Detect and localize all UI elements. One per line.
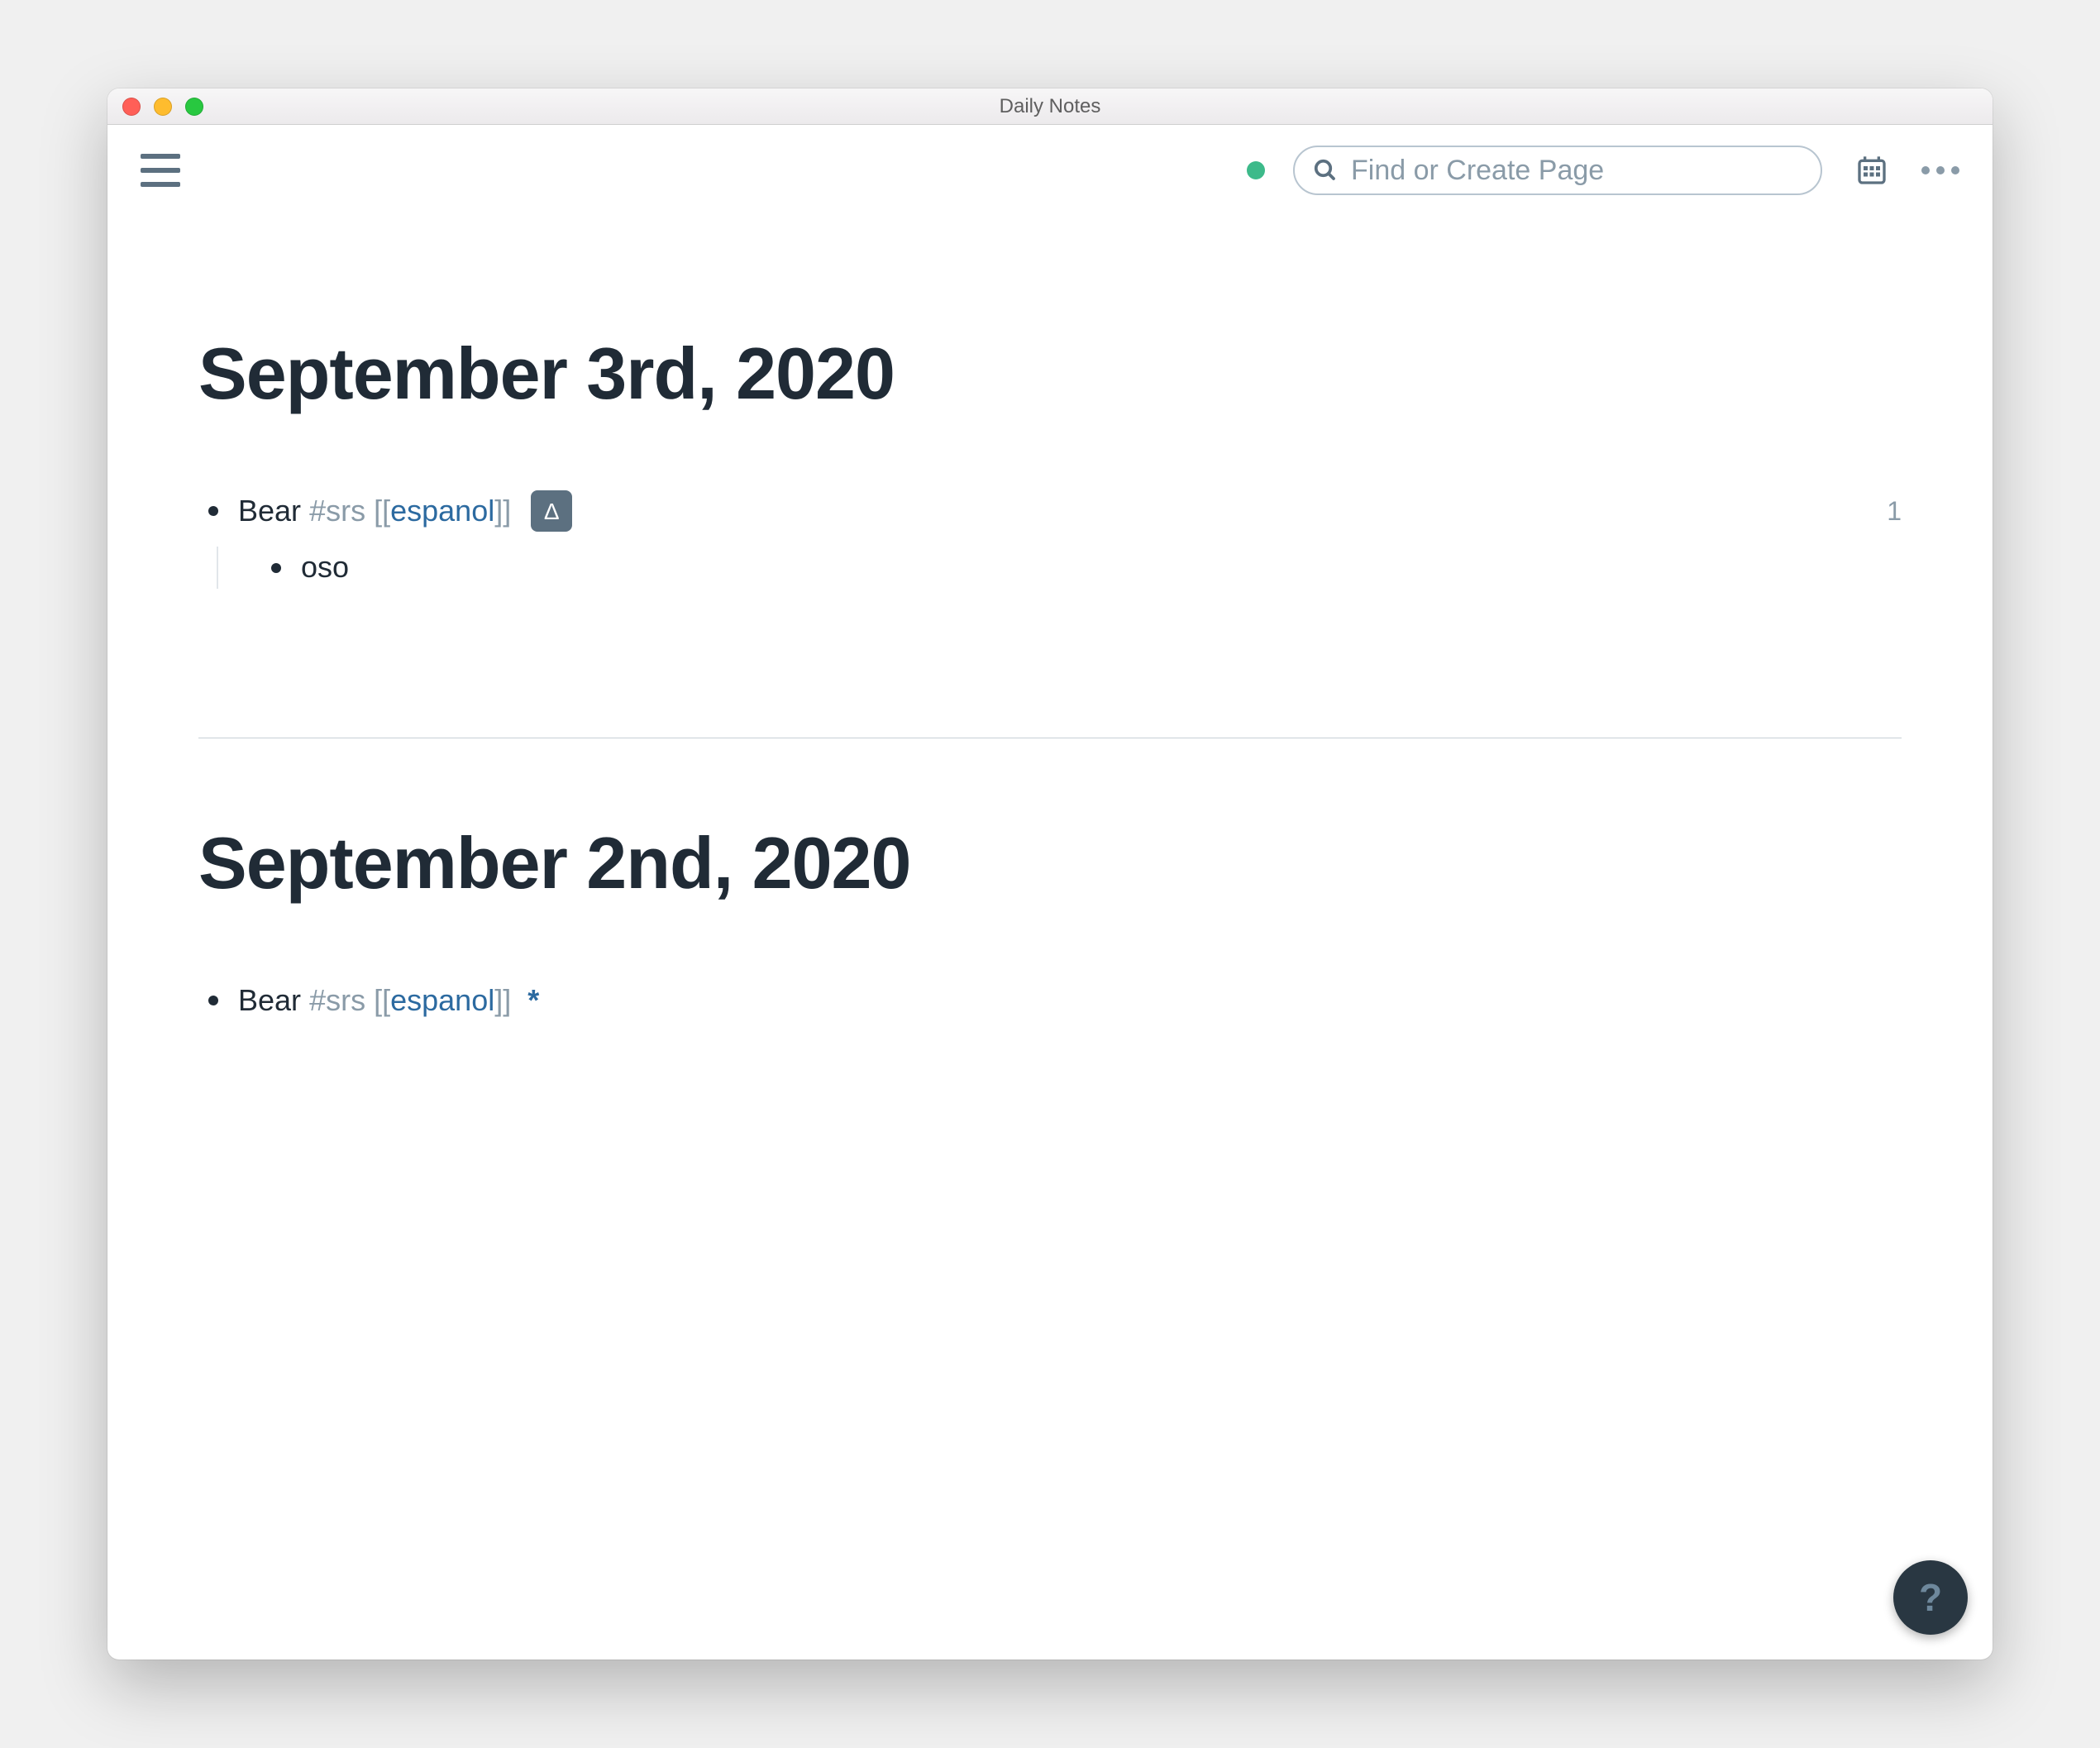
more-menu-button[interactable]	[1921, 166, 1959, 174]
calendar-button[interactable]	[1855, 154, 1888, 187]
close-window-button[interactable]	[122, 98, 141, 116]
page-link-open: [[	[374, 980, 390, 1021]
bullet-icon[interactable]	[208, 506, 218, 516]
app-window: Daily Notes	[107, 88, 1993, 1660]
toolbar	[107, 125, 1993, 216]
titlebar: Daily Notes	[107, 88, 1993, 125]
help-icon: ?	[1919, 1575, 1942, 1620]
reference-count[interactable]: 1	[1887, 493, 1902, 530]
daily-note: September 3rd, 2020 Bear #srs [[espanol]…	[198, 332, 1902, 589]
nested-block-container: oso	[217, 547, 1902, 588]
search-box[interactable]	[1293, 146, 1822, 195]
block-row[interactable]: Bear #srs [[espanol]] Δ 1	[198, 490, 1902, 532]
daily-note-title[interactable]: September 2nd, 2020	[198, 821, 1902, 905]
block-row[interactable]: oso	[261, 547, 1902, 588]
page-link[interactable]: espanol	[390, 490, 494, 532]
sync-status-indicator[interactable]	[1247, 161, 1265, 179]
window-controls	[122, 98, 203, 116]
block-tag[interactable]: #srs	[309, 490, 365, 532]
window-title: Daily Notes	[1000, 95, 1101, 118]
daily-note: September 2nd, 2020 Bear #srs [[espanol]…	[198, 821, 1902, 1021]
page-link[interactable]: espanol	[390, 980, 494, 1021]
block-row[interactable]: Bear #srs [[espanol]] *	[198, 980, 1902, 1021]
search-icon	[1313, 158, 1338, 183]
daily-note-title[interactable]: September 3rd, 2020	[198, 332, 1902, 416]
search-input[interactable]	[1349, 154, 1802, 188]
bullet-icon[interactable]	[271, 563, 281, 573]
notes-scroll-area[interactable]: September 3rd, 2020 Bear #srs [[espanol]…	[107, 216, 1993, 1660]
hamburger-menu-button[interactable]	[141, 154, 180, 187]
block-tag[interactable]: #srs	[309, 980, 365, 1021]
block-text[interactable]: Bear	[238, 490, 301, 532]
delta-badge[interactable]: Δ	[531, 490, 572, 532]
page-link-close: ]]	[494, 490, 511, 532]
calendar-icon	[1855, 154, 1888, 187]
page-link-open: [[	[374, 490, 390, 532]
page-link-close: ]]	[494, 980, 511, 1021]
minimize-window-button[interactable]	[154, 98, 172, 116]
star-marker[interactable]: *	[527, 980, 539, 1021]
help-button[interactable]: ?	[1893, 1560, 1968, 1635]
bullet-icon[interactable]	[208, 996, 218, 1005]
fullscreen-window-button[interactable]	[185, 98, 203, 116]
block-text[interactable]: Bear	[238, 980, 301, 1021]
block-text[interactable]: oso	[301, 547, 349, 588]
